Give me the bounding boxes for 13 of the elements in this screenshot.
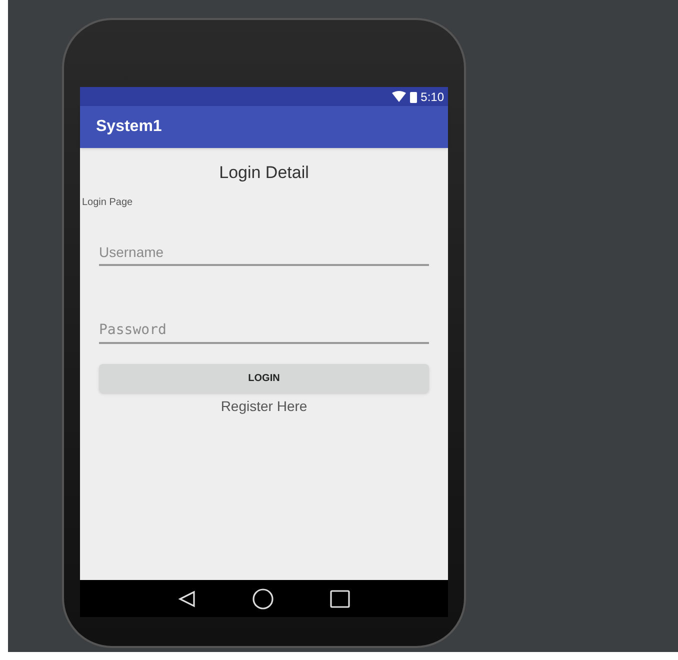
app-title: System1 — [96, 117, 162, 137]
status-time: 5:10 — [420, 88, 444, 106]
home-icon[interactable] — [252, 588, 274, 610]
register-link[interactable]: Register Here — [220, 396, 308, 416]
page-heading: Login Detail — [219, 162, 309, 184]
recents-icon[interactable] — [330, 590, 350, 608]
username-field[interactable]: Username — [99, 242, 429, 266]
page-caption: Login Page — [82, 196, 134, 210]
password-field[interactable]: Password — [99, 320, 429, 344]
login-button[interactable]: LOGIN — [99, 364, 429, 392]
back-icon[interactable] — [178, 590, 196, 608]
wifi-icon — [392, 91, 406, 102]
battery-icon — [410, 90, 417, 102]
